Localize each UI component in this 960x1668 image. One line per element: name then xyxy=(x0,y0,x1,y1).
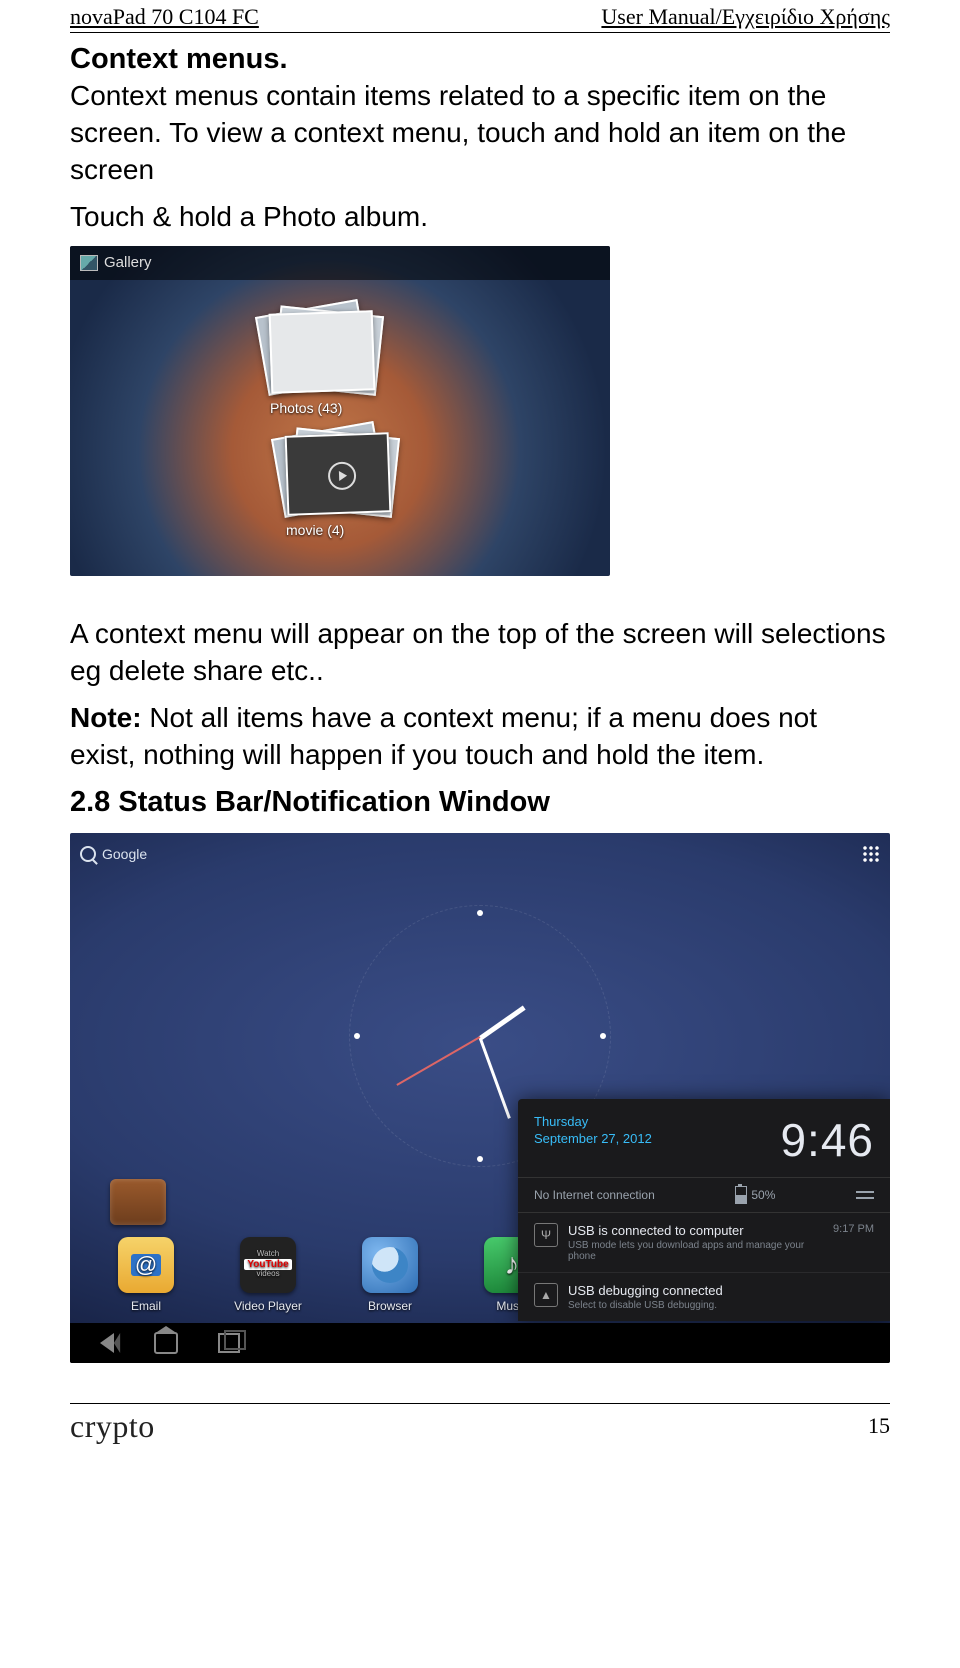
note-label: Note: xyxy=(70,702,142,733)
clock-tick xyxy=(477,1156,483,1162)
network-status: No Internet connection xyxy=(534,1188,655,1202)
apps-grid-icon[interactable] xyxy=(862,845,880,863)
heading-status-bar: 2.8 Status Bar/Notification Window xyxy=(70,786,890,819)
app-email[interactable]: Email xyxy=(110,1237,182,1313)
touch-hold-instruction: Touch & hold a Photo album. xyxy=(70,199,890,236)
video-thumb-icon xyxy=(285,432,392,516)
header-left: novaPad 70 C104 FC xyxy=(70,4,259,30)
app-browser[interactable]: Browser xyxy=(354,1237,426,1313)
battery-icon xyxy=(735,1186,747,1204)
picture-icon xyxy=(80,255,98,271)
gallery-screenshot: Gallery Photos (43) movie (4) xyxy=(70,246,610,576)
second-hand-icon xyxy=(396,1036,480,1086)
back-button-icon[interactable] xyxy=(100,1333,114,1353)
notif-subtitle: Select to disable USB debugging. xyxy=(568,1300,874,1311)
album-movie-caption: movie (4) xyxy=(286,522,344,538)
header-right: User Manual/Εγχειρίδιο Χρήσης xyxy=(601,4,890,30)
album-photos-caption: Photos (43) xyxy=(270,400,342,416)
photo-thumb-icon xyxy=(269,310,376,394)
google-label: Google xyxy=(102,846,147,862)
battery-status: 50% xyxy=(735,1186,775,1204)
app-video-player[interactable]: Watch YouTube videos Video Player xyxy=(232,1237,304,1313)
album-photos[interactable]: Photos (43) xyxy=(270,312,370,394)
google-search-widget[interactable]: Google xyxy=(80,846,147,862)
notification-panel[interactable]: Thursday September 27, 2012 9:46 No Inte… xyxy=(518,1099,890,1321)
album-movie[interactable]: movie (4) xyxy=(286,434,386,516)
youtube-icon: Watch YouTube videos xyxy=(240,1237,296,1293)
search-icon xyxy=(80,846,96,862)
page-number: 15 xyxy=(868,1413,890,1439)
gallery-app-bar[interactable]: Gallery xyxy=(70,246,610,280)
system-nav-bar xyxy=(70,1323,890,1363)
usb-icon: Ψ xyxy=(534,1223,558,1247)
settings-sliders-icon[interactable] xyxy=(856,1188,874,1202)
app-label: Browser xyxy=(354,1299,426,1313)
play-icon xyxy=(328,461,357,490)
panel-status-row[interactable]: No Internet connection 50% xyxy=(518,1178,890,1213)
context-menu-result: A context menu will appear on the top of… xyxy=(70,616,890,690)
panel-time: 9:46 xyxy=(780,1113,874,1167)
notif-subtitle: USB mode lets you download apps and mana… xyxy=(568,1240,823,1262)
warning-icon: ▲ xyxy=(534,1283,558,1307)
app-label: Video Player xyxy=(232,1299,304,1313)
page-header: novaPad 70 C104 FC User Manual/Εγχειρίδι… xyxy=(70,0,890,33)
minute-hand-icon xyxy=(479,1037,511,1119)
notification-usb-connected[interactable]: Ψ USB is connected to computer USB mode … xyxy=(518,1213,890,1273)
notif-time: 9:17 PM xyxy=(833,1223,874,1235)
shelf-row xyxy=(110,1165,490,1225)
globe-icon xyxy=(362,1237,418,1293)
hour-hand-icon xyxy=(479,1005,526,1040)
clock-tick xyxy=(600,1033,606,1039)
note-body: Not all items have a context menu; if a … xyxy=(70,702,817,770)
heading-context-menus: Context menus. xyxy=(70,43,890,76)
panel-date: Thursday September 27, 2012 xyxy=(534,1113,652,1148)
context-menus-paragraph: Context menus contain items related to a… xyxy=(70,78,890,189)
bookshelf-icon[interactable] xyxy=(110,1179,166,1225)
home-screenshot: Google Email Watch YouTub xyxy=(70,833,890,1363)
app-dock: Email Watch YouTube videos Video Player … xyxy=(110,1237,548,1313)
clock-tick xyxy=(477,910,483,916)
app-label: Email xyxy=(110,1299,182,1313)
clock-tick xyxy=(354,1033,360,1039)
notification-usb-debugging[interactable]: ▲ USB debugging connected Select to disa… xyxy=(518,1273,890,1321)
recents-button-icon[interactable] xyxy=(218,1333,240,1353)
notif-title: USB debugging connected xyxy=(568,1283,874,1298)
context-menu-note: Note: Not all items have a context menu;… xyxy=(70,700,890,774)
page-footer: crypto 15 xyxy=(70,1403,890,1445)
gallery-title: Gallery xyxy=(104,254,152,271)
brand-logo: crypto xyxy=(70,1408,155,1445)
email-icon xyxy=(118,1237,174,1293)
home-button-icon[interactable] xyxy=(154,1332,178,1354)
notif-title: USB is connected to computer xyxy=(568,1223,823,1238)
